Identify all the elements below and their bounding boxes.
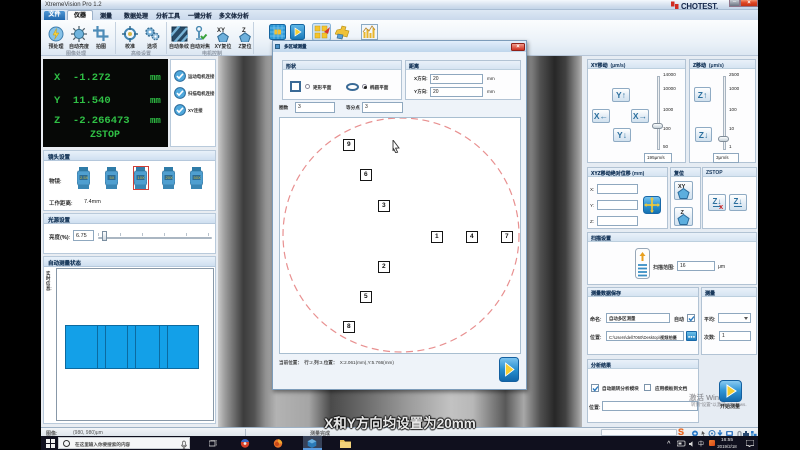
svg-text:中: 中	[698, 440, 704, 447]
svg-text:2.5X: 2.5X	[80, 175, 89, 180]
svg-text:20X: 20X	[166, 175, 173, 180]
svg-text:5X: 5X	[110, 175, 115, 180]
svg-text:50X: 50X	[194, 175, 201, 180]
